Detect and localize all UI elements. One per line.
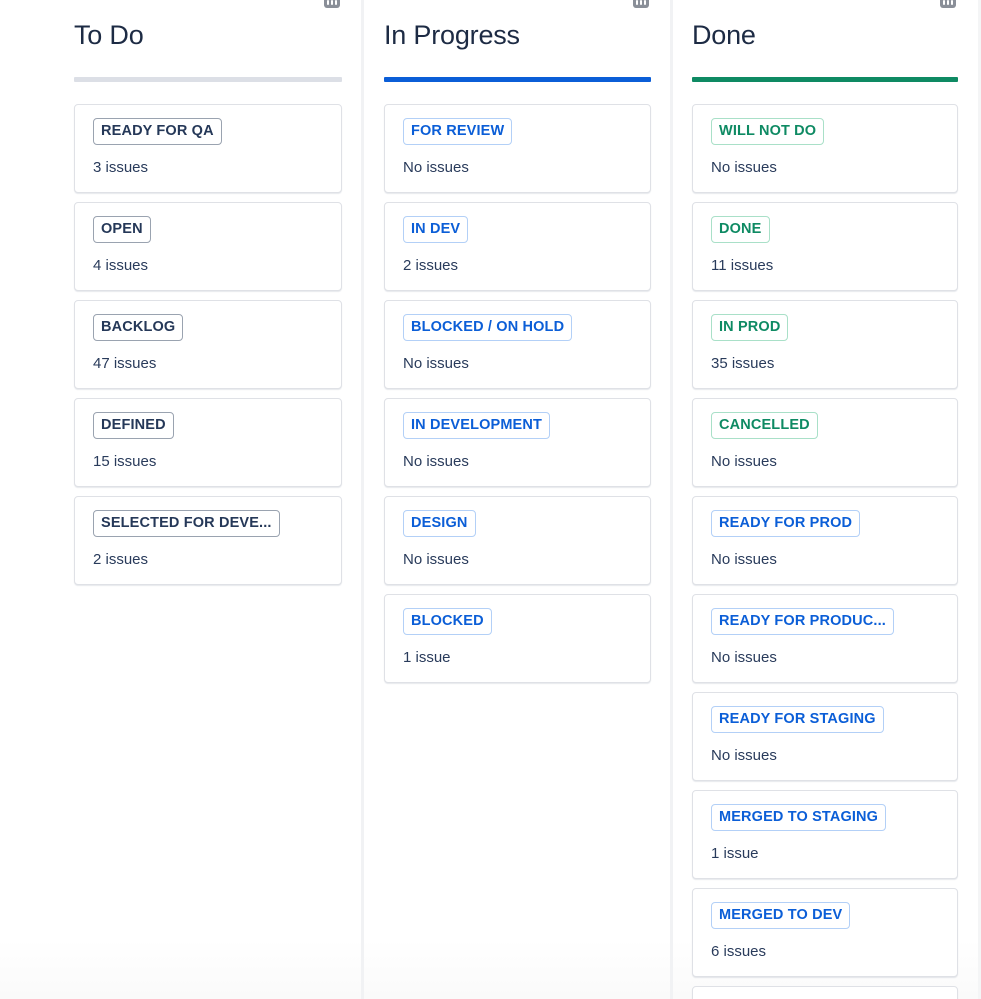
status-badge[interactable]: IN PROD	[711, 314, 789, 341]
status-badge[interactable]: WILL NOT DO	[711, 118, 825, 145]
issue-count-label: 1 issue	[403, 649, 451, 666]
status-badge[interactable]: BLOCKED	[403, 608, 492, 635]
status-card[interactable]: OPEN 4 issues	[74, 202, 342, 291]
status-badge[interactable]: OPEN	[93, 216, 151, 243]
status-card[interactable]: READY FOR QA 3 issues	[74, 104, 342, 193]
status-badge[interactable]: BACKLOG	[93, 314, 184, 341]
status-badge[interactable]: IN DEV	[403, 216, 469, 243]
status-card[interactable]: SELECTED FOR DEVE... 2 issues	[74, 496, 342, 585]
status-badge[interactable]: DESIGN	[403, 510, 476, 537]
issue-count-label: No issues	[711, 747, 777, 764]
status-card-list: WILL NOT DO No issues DONE 11 issues IN PROD…	[692, 104, 958, 999]
status-badge[interactable]: READY FOR PROD	[711, 510, 861, 537]
issue-count-label: No issues	[403, 159, 469, 176]
status-card[interactable]: READY FOR STAGING No issues	[692, 692, 958, 781]
status-card[interactable]: READY FOR PRODUC... No issues	[692, 594, 958, 683]
issue-count-label: No issues	[711, 649, 777, 666]
issue-count-label: 11 issues	[711, 257, 774, 274]
issue-count-label: 1 issue	[711, 845, 759, 862]
status-badge[interactable]: READY FOR PRODUC...	[711, 608, 894, 635]
status-badge[interactable]: BLOCKED / ON HOLD	[403, 314, 573, 341]
board-column-inprogress: In Progress FOR REVIEW No issues IN DEV 2 is…	[361, 0, 670, 999]
issue-count-label: 6 issues	[711, 943, 767, 960]
issue-count-label: 2 issues	[403, 257, 459, 274]
status-card[interactable]: FOR REVIEW No issues	[384, 104, 651, 193]
status-card-list: FOR REVIEW No issues IN DEV 2 issues BLOCKED…	[384, 104, 651, 683]
status-card[interactable]: READY FOR PROD No issues	[692, 496, 958, 585]
issue-count-label: 35 issues	[711, 355, 775, 372]
status-badge[interactable]: READY FOR STAGING	[711, 706, 884, 733]
status-card[interactable]: DEV CODE REVIEW3 issues	[692, 986, 958, 999]
status-card-list: READY FOR QA 3 issues OPEN 4 issues BACKLOG 4…	[74, 104, 342, 585]
status-card[interactable]: CANCELLED No issues	[692, 398, 958, 487]
column-handle-row	[384, 0, 651, 9]
status-card[interactable]: DEFINED 15 issues	[74, 398, 342, 487]
column-title: Done	[692, 20, 756, 50]
status-card[interactable]: BLOCKED / ON HOLD No issues	[384, 300, 651, 389]
issue-count-label: 47 issues	[93, 355, 157, 372]
issue-count-label: No issues	[403, 355, 469, 372]
status-badge[interactable]: CANCELLED	[711, 412, 818, 439]
status-badge[interactable]: DEFINED	[93, 412, 174, 439]
workflow-board-page: To Do READY FOR QA 3 issues OPEN 4 issues BAC…	[0, 0, 981, 999]
column-handle-row	[74, 0, 342, 9]
column-accent-bar	[74, 77, 342, 82]
status-card[interactable]: WILL NOT DO No issues	[692, 104, 958, 193]
issue-count-label: No issues	[711, 159, 777, 176]
issue-count-label: No issues	[711, 453, 777, 470]
issue-count-label: 15 issues	[93, 453, 157, 470]
drag-handle-icon[interactable]	[940, 0, 956, 8]
issue-count-label: 4 issues	[93, 257, 149, 274]
issue-count-label: No issues	[403, 551, 469, 568]
column-handle-row	[692, 0, 958, 9]
status-card[interactable]: IN DEVELOPMENT No issues	[384, 398, 651, 487]
column-title: To Do	[74, 20, 144, 50]
status-card[interactable]: DONE 11 issues	[692, 202, 958, 291]
status-badge[interactable]: MERGED TO DEV	[711, 902, 851, 929]
status-badge[interactable]: READY FOR QA	[93, 118, 222, 145]
status-card[interactable]: BLOCKED 1 issue	[384, 594, 651, 683]
issue-count-label: No issues	[403, 453, 469, 470]
status-board: To Do READY FOR QA 3 issues OPEN 4 issues BAC…	[0, 0, 981, 999]
status-badge[interactable]: SELECTED FOR DEVE...	[93, 510, 280, 537]
status-badge[interactable]: IN DEVELOPMENT	[403, 412, 550, 439]
drag-handle-icon[interactable]	[633, 0, 649, 8]
drag-handle-icon[interactable]	[324, 0, 340, 8]
column-accent-bar	[692, 77, 958, 82]
column-title: In Progress	[384, 20, 520, 50]
status-card[interactable]: MERGED TO STAGING 1 issue	[692, 790, 958, 879]
status-badge[interactable]: MERGED TO STAGING	[711, 804, 887, 831]
status-card[interactable]: BACKLOG 47 issues	[74, 300, 342, 389]
column-accent-bar	[384, 77, 651, 82]
status-badge[interactable]: FOR REVIEW	[403, 118, 513, 145]
issue-count-label: 2 issues	[93, 551, 149, 568]
status-card[interactable]: IN PROD 35 issues	[692, 300, 958, 389]
status-card[interactable]: MERGED TO DEV 6 issues	[692, 888, 958, 977]
issue-count-label: 3 issues	[93, 159, 149, 176]
board-column-done: Done WILL NOT DO No issues DONE 11 issues IN …	[670, 0, 981, 999]
status-card[interactable]: DESIGN No issues	[384, 496, 651, 585]
board-column-todo: To Do READY FOR QA 3 issues OPEN 4 issues BAC…	[0, 0, 361, 999]
status-card[interactable]: IN DEV 2 issues	[384, 202, 651, 291]
status-badge[interactable]: DONE	[711, 216, 770, 243]
issue-count-label: No issues	[711, 551, 777, 568]
